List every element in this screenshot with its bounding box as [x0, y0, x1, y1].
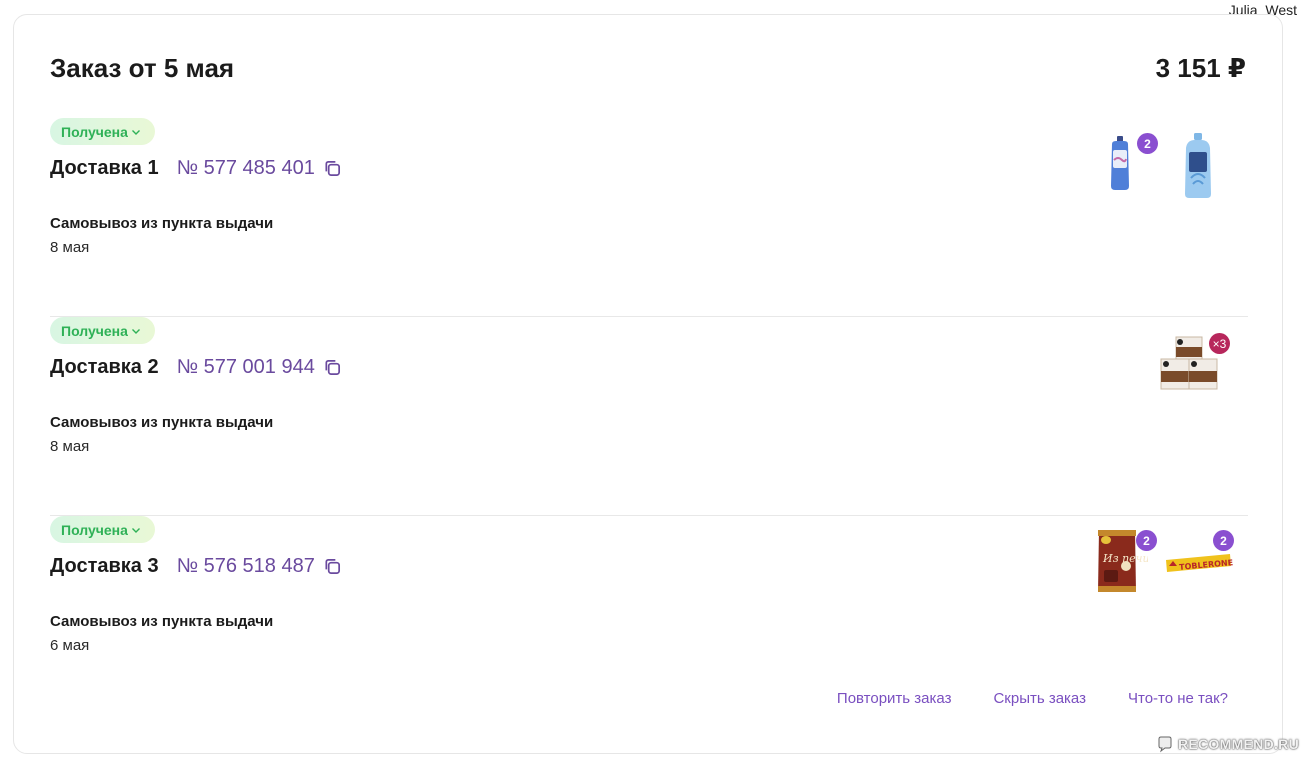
- chevron-down-icon: [131, 328, 140, 334]
- watermark: RECOMMEND.RU: [1156, 735, 1299, 753]
- status-label: Получена: [61, 322, 128, 339]
- delivery-number: № 577 001 944: [177, 356, 342, 379]
- order-actions: Повторить заказ Скрыть заказ Что-то не т…: [837, 690, 1228, 707]
- chevron-down-icon: [131, 527, 140, 533]
- delivery-name: Доставка 3: [50, 555, 159, 577]
- recommend-logo-icon: [1158, 736, 1172, 753]
- fabric-softener-bottle-icon: [1185, 133, 1211, 198]
- status-badge[interactable]: Получена: [50, 516, 155, 543]
- delivery-header: Доставка 1 № 577 485 401: [50, 157, 342, 180]
- delivery-block-1: Получена Доставка 1 № 577 485 401 Самовы…: [50, 118, 1248, 317]
- delivery-number: № 576 518 487: [177, 555, 342, 578]
- delivery-name: Доставка 1: [50, 157, 159, 179]
- hide-order-link[interactable]: Скрыть заказ: [993, 690, 1086, 707]
- pickup-date: 8 мая: [50, 239, 90, 256]
- delivery-name: Доставка 2: [50, 356, 159, 378]
- watermark-text: RECOMMEND.RU: [1177, 736, 1299, 752]
- delivery-header: Доставка 3 № 576 518 487: [50, 555, 342, 578]
- status-badge[interactable]: Получена: [50, 317, 155, 344]
- item-count-badge: 2: [1136, 530, 1157, 551]
- delivery-number: № 577 485 401: [177, 157, 342, 180]
- delivery-block-2: Получена Доставка 2 № 577 001 944 Самовы…: [50, 317, 1248, 516]
- delivery-number-text: № 576 518 487: [176, 555, 315, 577]
- copy-icon[interactable]: [323, 557, 342, 576]
- status-badge[interactable]: Получена: [50, 118, 155, 145]
- item-count-badge: 2: [1213, 530, 1234, 551]
- order-card: Заказ от 5 мая 3 151 ₽ Получена Доставка…: [13, 14, 1283, 754]
- delivery-number-text: № 577 485 401: [176, 157, 315, 179]
- chevron-down-icon: [131, 129, 140, 135]
- status-label: Получена: [61, 521, 128, 538]
- report-problem-link[interactable]: Что-то не так?: [1128, 690, 1228, 707]
- status-label: Получена: [61, 123, 128, 140]
- pickup-method: Самовывоз из пункта выдачи: [50, 414, 274, 431]
- product-thumbnail[interactable]: [1167, 128, 1229, 198]
- pickup-method: Самовывоз из пункта выдачи: [50, 215, 274, 232]
- pickup-date: 6 мая: [50, 637, 90, 654]
- pickup-method: Самовывоз из пункта выдачи: [50, 613, 274, 630]
- repeat-order-link[interactable]: Повторить заказ: [837, 690, 952, 707]
- order-title: Заказ от 5 мая: [50, 53, 235, 83]
- item-count-badge: ×3: [1209, 333, 1230, 354]
- delivery-header: Доставка 2 № 577 001 944: [50, 356, 342, 379]
- delivery-block-3: Получена Доставка 3 № 576 518 487 Самовы…: [50, 516, 1248, 715]
- pickup-date: 8 мая: [50, 438, 90, 455]
- copy-icon[interactable]: [323, 358, 342, 377]
- copy-icon[interactable]: [323, 159, 342, 178]
- item-count-badge: 2: [1137, 133, 1158, 154]
- delivery-number-text: № 577 001 944: [176, 356, 315, 378]
- order-total: 3 151 ₽: [1155, 53, 1246, 83]
